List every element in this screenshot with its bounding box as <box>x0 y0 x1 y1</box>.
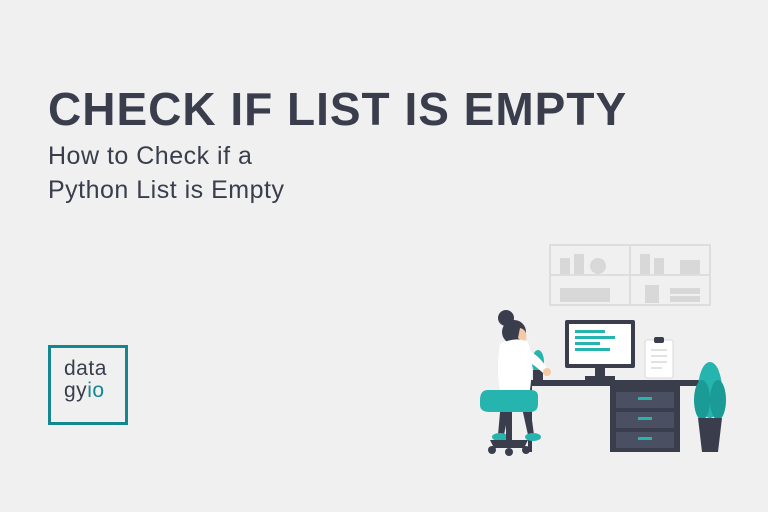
subtitle-line-1: How to Check if a <box>48 142 252 170</box>
logo-io-text: io <box>87 379 104 402</box>
logo-line-2: gy <box>64 379 87 402</box>
page-title: CHECK IF LIST IS EMPTY <box>48 82 627 136</box>
datagy-logo: data gyio <box>48 345 128 425</box>
subtitle-line-2: Python List is Empty <box>48 176 284 204</box>
logo-text: data gyio <box>64 358 107 402</box>
page-subtitle: How to Check if a Python List is Empty <box>48 140 284 208</box>
logo-line-1: data <box>64 357 107 380</box>
workspace-illustration <box>420 240 730 470</box>
